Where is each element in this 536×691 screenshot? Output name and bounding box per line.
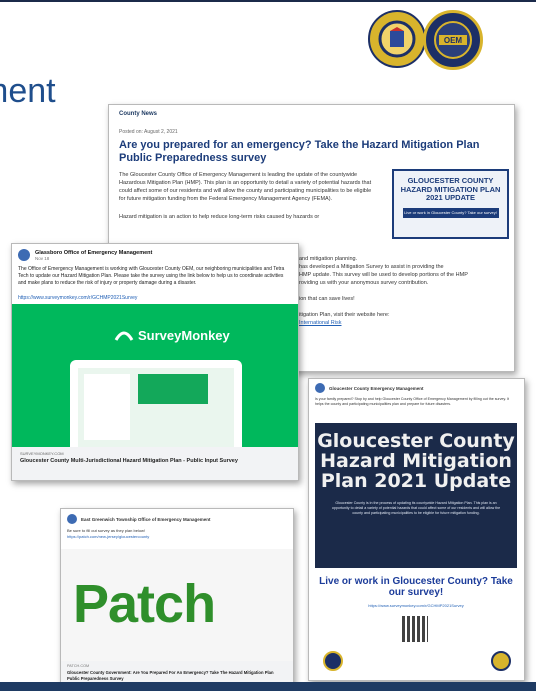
- screen-panel: [84, 374, 130, 440]
- news-paragraph-1: The Gloucester County Office of Emergenc…: [119, 172, 372, 202]
- surveymonkey-brand: SurveyMonkey: [138, 328, 230, 343]
- slide-title: ment: [0, 72, 56, 110]
- link-source: SURVEYMONKEY.COM: [20, 451, 64, 456]
- poster-post-card: Gloucester County Emergency Management I…: [308, 378, 525, 681]
- avatar[interactable]: [67, 514, 77, 524]
- laptop-illustration: [70, 360, 242, 447]
- posted-date: Posted on: August 2, 2021: [119, 129, 178, 135]
- poster-url: https://www.surveymonkey.com/r/GCHMP2021…: [368, 603, 464, 608]
- post-text: Is your family prepared? Stop by and hel…: [315, 397, 510, 406]
- county-seal-icon: [368, 10, 426, 68]
- page-name[interactable]: Gloucester County Emergency Management: [329, 386, 424, 391]
- link-preview-footer[interactable]: SURVEYMONKEY.COM Gloucester County Multi…: [12, 447, 298, 480]
- promo-bar: Live or work in Gloucester County? Take …: [402, 207, 499, 218]
- promo-title: GLOUCESTER COUNTY HAZARD MITIGATION PLAN…: [400, 176, 501, 202]
- poster-call-to-action: Live or work in Gloucester County? Take …: [319, 576, 513, 598]
- news-line-c: HMP update. This survey will be used to …: [299, 272, 468, 278]
- post-date: Nov 18: [35, 255, 50, 261]
- hmp-poster-image[interactable]: Gloucester County Hazard Mitigation Plan…: [315, 423, 517, 673]
- post-header: Glassboro Office of Emergency Management…: [18, 249, 152, 261]
- surveymonkey-logo: SurveyMonkey: [114, 328, 230, 343]
- post-text: The Office of Emergency Management is wo…: [18, 266, 285, 286]
- link-source: PATCH.COM: [67, 664, 90, 668]
- laptop-screen: [78, 368, 234, 447]
- surveymonkey-preview[interactable]: SurveyMonkey: [12, 304, 298, 447]
- hmp-promo-banner[interactable]: GLOUCESTER COUNTY HAZARD MITIGATION PLAN…: [392, 169, 509, 239]
- oem-seal-label: OEM: [444, 36, 463, 45]
- oem-seal-icon: OEM: [423, 10, 483, 70]
- news-line-f: itigation Plan, visit their website here…: [299, 312, 390, 318]
- patch-link[interactable]: https://patch.com/new-jersey/gloucesterc…: [67, 534, 287, 540]
- surveymonkey-icon: [114, 331, 134, 341]
- poster-lower-panel: Live or work in Gloucester County? Take …: [315, 568, 517, 673]
- news-line-a: and mitigation planning.: [299, 256, 358, 262]
- top-rule: [0, 0, 536, 2]
- news-headline[interactable]: Are you prepared for an emergency? Take …: [119, 139, 504, 165]
- county-seal-icon: [491, 651, 511, 671]
- page-name[interactable]: East Greenwich Township Office of Emerge…: [81, 517, 210, 522]
- poster-body: Gloucester County is in the process of u…: [331, 501, 501, 515]
- avatar[interactable]: [315, 383, 325, 393]
- patch-logo: Patch: [73, 574, 216, 634]
- screen-panel-green: [138, 374, 208, 404]
- page-name[interactable]: Glassboro Office of Emergency Management: [35, 250, 152, 256]
- avatar[interactable]: [18, 249, 30, 261]
- news-line-e: ion that can save lives!: [299, 296, 355, 302]
- poster-title: Gloucester County Hazard Mitigation Plan…: [317, 430, 515, 492]
- patch-preview-image[interactable]: Patch: [61, 549, 293, 661]
- qr-code-icon: [402, 616, 428, 642]
- bottom-bar: [0, 682, 536, 691]
- post-text: Be sure to fill out survey as they plan …: [67, 528, 287, 540]
- county-seal-emblem-icon: [378, 20, 416, 58]
- patch-post-card: East Greenwich Township Office of Emerge…: [60, 508, 294, 686]
- county-news-label: County News: [119, 111, 158, 117]
- link-caption: Gloucester County Multi-Jurisdictional H…: [20, 458, 238, 464]
- link-caption: Gloucester County Government: Are You Pr…: [67, 670, 274, 681]
- news-paragraph-2: Hazard mitigation is an action to help r…: [119, 214, 320, 220]
- glassboro-post-card: Glassboro Office of Emergency Management…: [11, 243, 299, 481]
- oem-seal-emblem-icon: OEM: [434, 21, 472, 59]
- news-line-b: has developed a Mitigation Survey to ass…: [299, 264, 444, 270]
- survey-link[interactable]: https://www.surveymonkey.com/r/GCHMP2021…: [18, 295, 137, 301]
- news-paragraph-3: and mitigation planning. has developed a…: [299, 255, 504, 327]
- oem-seal-icon: [323, 651, 343, 671]
- post-header: Gloucester County Emergency Management: [315, 383, 424, 393]
- post-header: East Greenwich Township Office of Emerge…: [67, 514, 210, 524]
- news-line-d: roviding us with your anonymous survey c…: [299, 280, 429, 286]
- news-link[interactable]: International Risk: [299, 319, 504, 327]
